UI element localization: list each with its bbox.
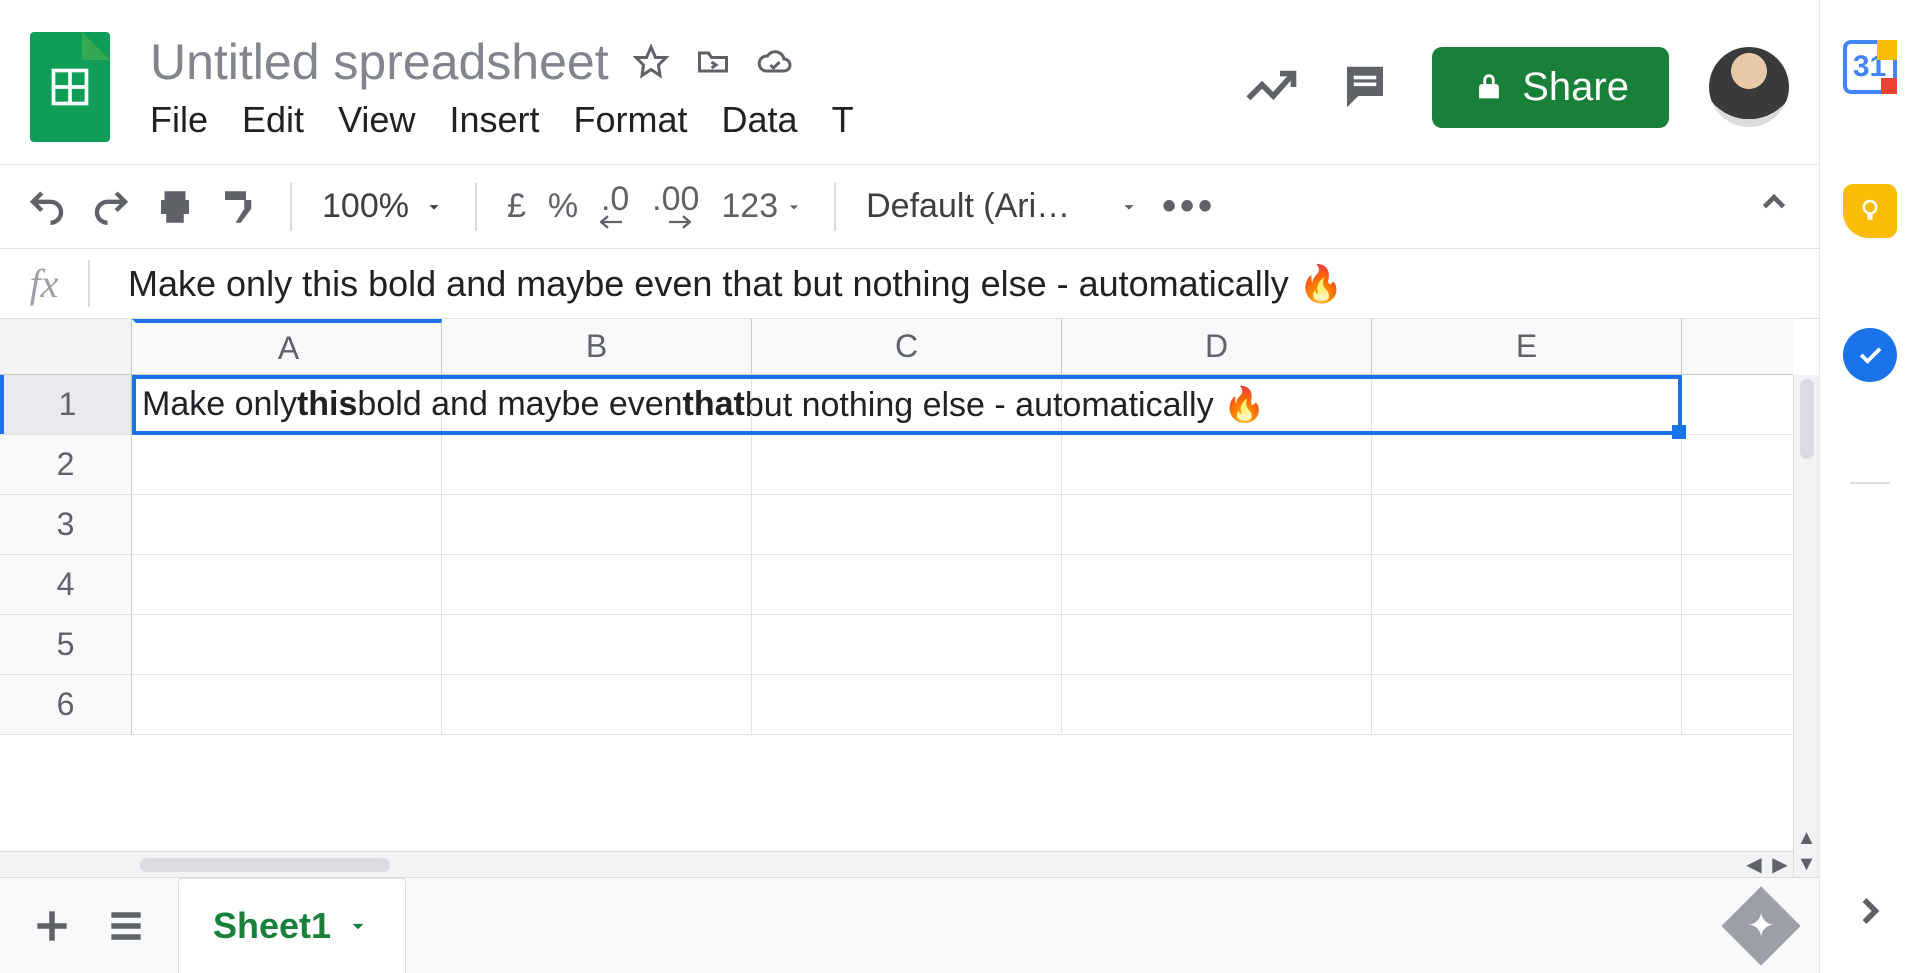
print-icon[interactable] (154, 186, 196, 228)
row-header-2[interactable]: 2 (0, 435, 132, 494)
row-header-1[interactable]: 1 (0, 375, 132, 434)
cell-C4[interactable] (752, 555, 1062, 614)
cell-C5[interactable] (752, 615, 1062, 674)
cell-E6[interactable] (1372, 675, 1682, 734)
sheets-logo[interactable] (30, 32, 110, 142)
cell-E1[interactable] (1372, 375, 1682, 434)
hscroll-right-icon[interactable]: ▶ (1767, 852, 1793, 878)
sheet-tab-label: Sheet1 (213, 905, 331, 947)
percent-button[interactable]: % (548, 187, 578, 226)
collapse-toolbar-icon[interactable] (1755, 183, 1793, 230)
row-header-3[interactable]: 3 (0, 495, 132, 554)
menu-format[interactable]: Format (574, 99, 688, 141)
titlebar: Untitled spreadsheet File Edit View Inse… (0, 0, 1819, 165)
row-header-6[interactable]: 6 (0, 675, 132, 734)
cell-B5[interactable] (442, 615, 752, 674)
cell-A3[interactable] (132, 495, 442, 554)
cell-C3[interactable] (752, 495, 1062, 554)
cell-A6[interactable] (132, 675, 442, 734)
select-all-corner[interactable] (0, 319, 132, 374)
cell-E3[interactable] (1372, 495, 1682, 554)
sheet-tab-bar: Sheet1 ✦ (0, 877, 1819, 973)
fx-label: fx (0, 260, 90, 307)
zoom-value: 100% (322, 187, 409, 226)
calendar-addon-icon[interactable]: 31 (1843, 40, 1897, 94)
cell-A4[interactable] (132, 555, 442, 614)
vscroll-down-icon[interactable]: ▼ (1794, 851, 1820, 877)
cell-D5[interactable] (1062, 615, 1372, 674)
cell-E5[interactable] (1372, 615, 1682, 674)
toolbar-more-icon[interactable]: ••• (1162, 184, 1216, 229)
hide-sidepanel-icon[interactable] (1848, 889, 1892, 933)
cell-D2[interactable] (1062, 435, 1372, 494)
cell-B4[interactable] (442, 555, 752, 614)
cell-A2[interactable] (132, 435, 442, 494)
cell-A5[interactable] (132, 615, 442, 674)
horizontal-scrollbar[interactable]: ◀ ▶ (0, 851, 1793, 877)
currency-button[interactable]: £ (507, 187, 526, 226)
hscroll-thumb[interactable] (140, 858, 390, 872)
menu-insert[interactable]: Insert (449, 99, 539, 141)
sheet-tab-active[interactable]: Sheet1 (178, 878, 406, 973)
vscroll-thumb[interactable] (1800, 379, 1814, 459)
move-folder-icon[interactable] (693, 42, 733, 82)
vertical-scrollbar[interactable]: ▲ ▼ (1793, 375, 1819, 877)
menu-data[interactable]: Data (722, 99, 798, 141)
side-panel: 31 (1819, 0, 1919, 973)
keep-addon-icon[interactable] (1843, 184, 1897, 238)
font-select[interactable]: Default (Ari… (866, 187, 1096, 226)
share-label: Share (1522, 65, 1629, 110)
vscroll-up-icon[interactable]: ▲ (1794, 825, 1820, 851)
tasks-addon-icon[interactable] (1843, 328, 1897, 382)
menu-bar: File Edit View Insert Format Data T (150, 99, 1244, 141)
cloud-status-icon[interactable] (755, 42, 795, 82)
cell-D6[interactable] (1062, 675, 1372, 734)
col-header-D[interactable]: D (1062, 319, 1372, 374)
formula-bar: fx Make only this bold and maybe even th… (0, 249, 1819, 319)
col-header-B[interactable]: B (442, 319, 752, 374)
row-header-4[interactable]: 4 (0, 555, 132, 614)
menu-edit[interactable]: Edit (242, 99, 304, 141)
hscroll-left-icon[interactable]: ◀ (1741, 852, 1767, 878)
undo-icon[interactable] (26, 186, 68, 228)
cell-A1[interactable]: Make only this bold and maybe even that … (132, 375, 442, 434)
account-avatar[interactable] (1709, 47, 1789, 127)
row-header-5[interactable]: 5 (0, 615, 132, 674)
font-dropdown-icon[interactable] (1118, 196, 1140, 218)
cell-C6[interactable] (752, 675, 1062, 734)
menu-view[interactable]: View (338, 99, 415, 141)
number-format-button[interactable]: 123 (721, 187, 804, 226)
increase-decimal-button[interactable]: .00 (652, 184, 699, 229)
side-divider (1850, 482, 1890, 484)
cell-B6[interactable] (442, 675, 752, 734)
cell-B2[interactable] (442, 435, 752, 494)
menu-tools-truncated[interactable]: T (832, 99, 854, 141)
cell-B3[interactable] (442, 495, 752, 554)
star-icon[interactable] (631, 42, 671, 82)
cell-E4[interactable] (1372, 555, 1682, 614)
explore-button[interactable]: ✦ (1721, 886, 1800, 965)
zoom-select[interactable]: 100% (322, 187, 445, 226)
spreadsheet-grid[interactable]: A B C D E 1Make only this bold and maybe… (0, 319, 1819, 877)
paint-format-icon[interactable] (218, 186, 260, 228)
redo-icon[interactable] (90, 186, 132, 228)
formula-input[interactable]: Make only this bold and maybe even that … (90, 263, 1344, 305)
add-sheet-icon[interactable] (30, 904, 74, 948)
menu-file[interactable]: File (150, 99, 208, 141)
cell-D4[interactable] (1062, 555, 1372, 614)
share-button[interactable]: Share (1432, 47, 1669, 128)
cell-D3[interactable] (1062, 495, 1372, 554)
col-header-A[interactable]: A (132, 319, 442, 374)
cell-C2[interactable] (752, 435, 1062, 494)
doc-title[interactable]: Untitled spreadsheet (150, 33, 609, 91)
col-header-E[interactable]: E (1372, 319, 1682, 374)
comments-icon[interactable] (1338, 60, 1392, 114)
activity-icon[interactable] (1244, 60, 1298, 114)
col-header-C[interactable]: C (752, 319, 1062, 374)
toolbar: 100% £ % .0 .00 123 Default (Ari… ••• (0, 165, 1819, 249)
decrease-decimal-button[interactable]: .0 (600, 184, 630, 229)
cell-E2[interactable] (1372, 435, 1682, 494)
all-sheets-icon[interactable] (104, 904, 148, 948)
